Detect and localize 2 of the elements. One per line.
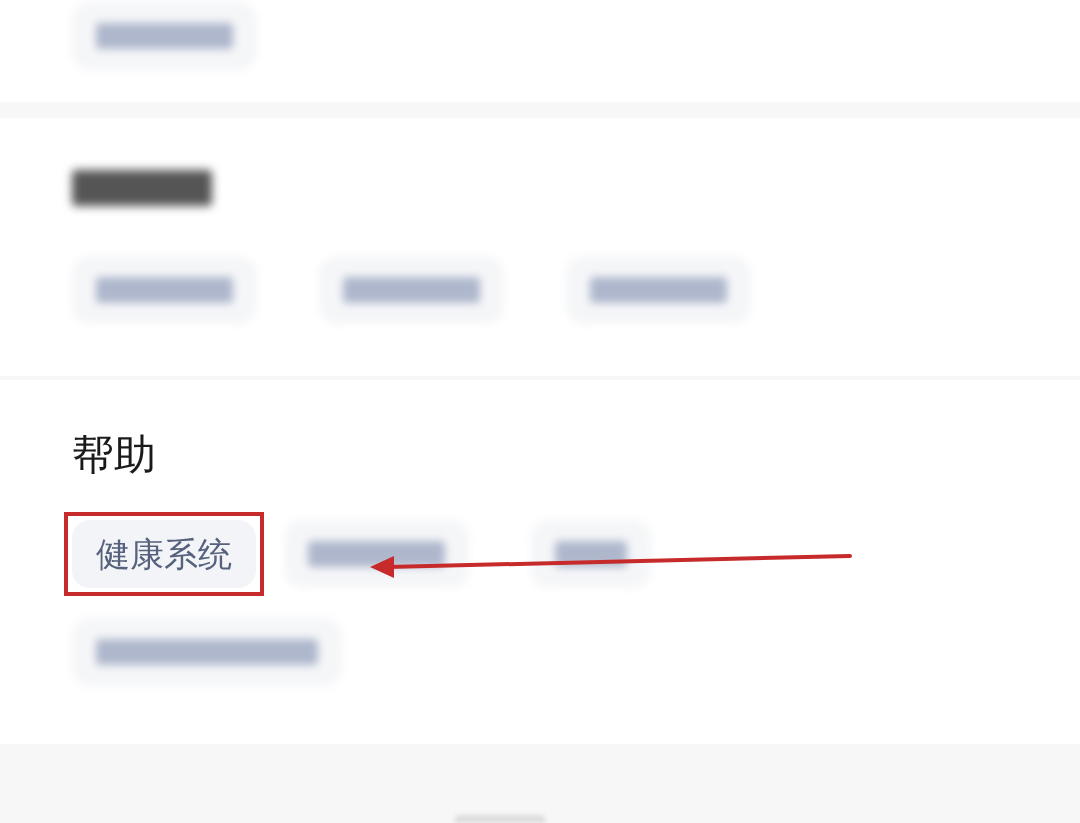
section-heading: 帮助 xyxy=(72,434,157,476)
chip[interactable]: 健康系统 xyxy=(72,520,256,588)
